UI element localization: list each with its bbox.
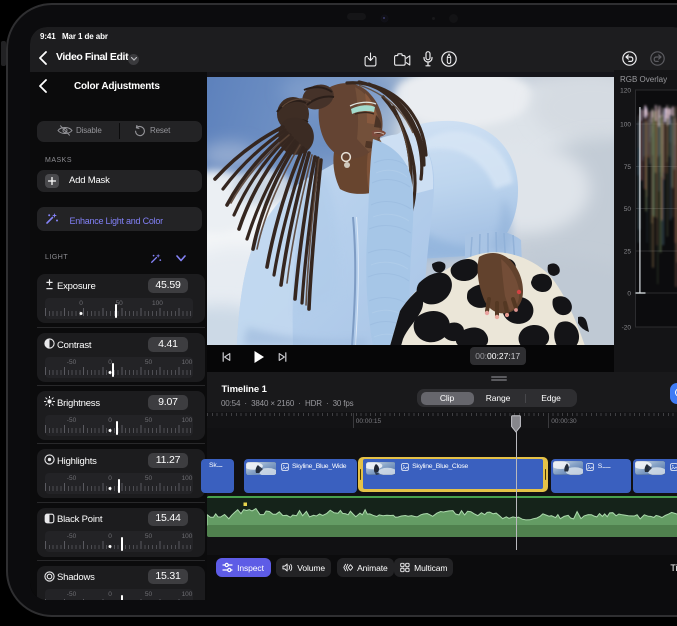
svg-text:75: 75 xyxy=(624,164,632,171)
svg-text:0: 0 xyxy=(627,291,631,298)
svg-text:120: 120 xyxy=(620,88,631,95)
svg-text:100: 100 xyxy=(620,122,631,129)
svg-text:25: 25 xyxy=(624,249,632,256)
svg-text:-20: -20 xyxy=(622,325,632,332)
svg-text:50: 50 xyxy=(624,206,632,213)
